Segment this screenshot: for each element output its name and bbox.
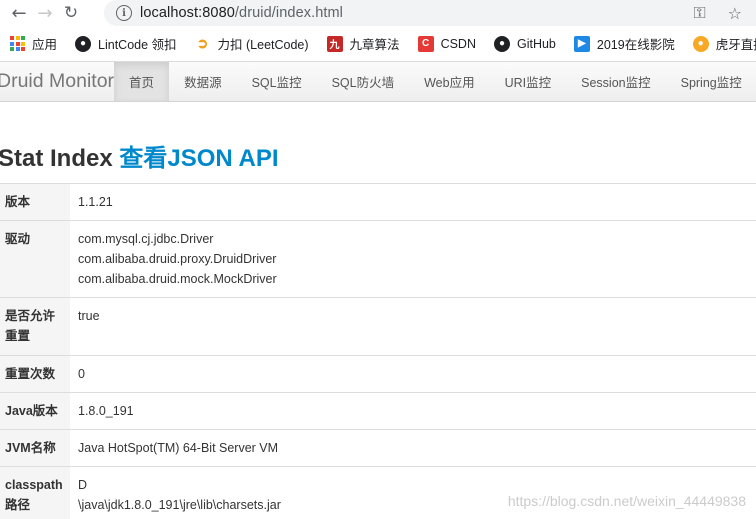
- table-row: 是否允许重置 true: [0, 297, 756, 356]
- row-label: 是否允许重置: [0, 297, 70, 356]
- bookmark-label: 虎牙直播: [715, 38, 756, 52]
- row-label: 驱动: [0, 220, 70, 298]
- url-text[interactable]: localhost:8080/druid/index.html: [140, 5, 343, 21]
- forward-icon[interactable]: →: [32, 0, 58, 26]
- bookmark-label: 2019在线影院: [596, 38, 675, 52]
- table-row: Java版本 1.8.0_191: [0, 392, 756, 430]
- row-label: 版本: [0, 183, 70, 221]
- nav-item-spring-monitor[interactable]: Spring监控: [666, 62, 756, 101]
- nav-item-web-app[interactable]: Web应用: [409, 62, 489, 101]
- table-row: 版本 1.1.21: [0, 183, 756, 221]
- row-value: com.mysql.cj.jdbc.Driver com.alibaba.dru…: [70, 220, 756, 298]
- leetcode-icon: ➲: [196, 35, 209, 51]
- row-label: 重置次数: [0, 355, 70, 393]
- row-label: classpath路径: [0, 466, 70, 519]
- github-icon: ●: [493, 35, 510, 52]
- row-value: 0: [70, 355, 756, 393]
- nav-item-session-monitor[interactable]: Session监控: [566, 62, 665, 101]
- address-bar[interactable]: i localhost:8080/druid/index.html: [104, 0, 756, 26]
- watermark: https://blog.csdn.net/weixin_44449838: [507, 493, 746, 509]
- bookmark-lintcode[interactable]: ● LintCode 领扣: [75, 34, 177, 53]
- value-line: true: [78, 309, 100, 323]
- nav-item-uri-monitor[interactable]: URI监控: [490, 62, 567, 101]
- row-value: Java HotSpot(TM) 64-Bit Server VM: [70, 429, 756, 467]
- video-icon: ▶: [573, 35, 590, 52]
- apps-icon: [10, 36, 25, 51]
- row-value: true: [70, 297, 756, 356]
- back-icon[interactable]: ←: [6, 0, 32, 26]
- row-label: Java版本: [0, 392, 70, 430]
- csdn-icon: C: [417, 35, 434, 52]
- nav-item-sql-monitor[interactable]: SQL监控: [237, 62, 317, 101]
- bookmark-label: LintCode 领扣: [98, 38, 177, 52]
- value-line: 0: [78, 367, 85, 381]
- brand-title[interactable]: Druid Monitor: [0, 62, 114, 101]
- page-title: Stat Index 查看JSON API: [0, 138, 279, 173]
- bookmark-label: 力扣 (LeetCode): [217, 38, 309, 52]
- bookmark-jiuzhang[interactable]: 九 九章算法: [326, 34, 400, 53]
- reload-icon[interactable]: ↻: [58, 0, 84, 26]
- bookmark-huya[interactable]: ● 虎牙直播: [692, 34, 756, 53]
- value-line: com.alibaba.druid.mock.MockDriver: [78, 272, 277, 286]
- row-label: JVM名称: [0, 429, 70, 467]
- bookmark-label: GitHub: [516, 36, 556, 51]
- row-value: 1.8.0_191: [70, 392, 756, 430]
- table-row: 重置次数 0: [0, 355, 756, 393]
- bookmark-apps[interactable]: 应用: [10, 34, 57, 53]
- nav-item-home[interactable]: 首页: [114, 62, 170, 101]
- bookmark-github[interactable]: ● GitHub: [493, 35, 556, 52]
- value-line: Java HotSpot(TM) 64-Bit Server VM: [78, 441, 279, 455]
- row-value: 1.1.21: [70, 183, 756, 221]
- key-icon[interactable]: ⚿: [693, 3, 705, 23]
- bookmarks-bar: 应用 ● LintCode 领扣 ➲ 力扣 (LeetCode) 九 九章算法 …: [0, 26, 756, 62]
- jiuzhang-icon: 九: [326, 35, 343, 52]
- table-row: 驱动 com.mysql.cj.jdbc.Driver com.alibaba.…: [0, 220, 756, 298]
- bookmark-label: 九章算法: [349, 38, 400, 52]
- bookmark-leetcode[interactable]: ➲ 力扣 (LeetCode): [195, 34, 309, 53]
- bookmark-csdn[interactable]: C CSDN: [417, 35, 476, 52]
- bookmark-label: CSDN: [440, 36, 476, 51]
- bookmark-video[interactable]: ▶ 2019在线影院: [573, 34, 675, 53]
- page-title-text: Stat Index: [0, 145, 113, 172]
- value-line: com.alibaba.druid.proxy.DruidDriver: [78, 252, 277, 266]
- json-api-link[interactable]: 查看JSON API: [119, 145, 278, 172]
- druid-navbar: Druid Monitor 首页 数据源 SQL监控 SQL防火墙 Web应用 …: [0, 62, 756, 102]
- browser-toolbar: ← → ↻ i localhost:8080/druid/index.html …: [0, 0, 756, 26]
- bookmark-star-icon[interactable]: ☆: [728, 4, 742, 23]
- value-line: D: [78, 478, 88, 492]
- bookmark-label: 应用: [32, 38, 58, 52]
- huya-icon: ●: [692, 35, 709, 52]
- table-row: JVM名称 Java HotSpot(TM) 64-Bit Server VM: [0, 429, 756, 467]
- site-info-icon[interactable]: i: [116, 5, 132, 21]
- value-line: 1.8.0_191: [78, 404, 134, 418]
- value-line: com.mysql.cj.jdbc.Driver: [78, 232, 214, 246]
- stat-table: 版本 1.1.21 驱动 com.mysql.cj.jdbc.Driver co…: [0, 183, 756, 519]
- value-line: 1.1.21: [78, 195, 113, 209]
- nav-item-datasource[interactable]: 数据源: [169, 62, 237, 101]
- lintcode-icon: ●: [75, 35, 92, 52]
- nav-item-sql-firewall[interactable]: SQL防火墙: [317, 62, 410, 101]
- nav-menu: 首页 数据源 SQL监控 SQL防火墙 Web应用 URI监控 Session监…: [114, 62, 756, 101]
